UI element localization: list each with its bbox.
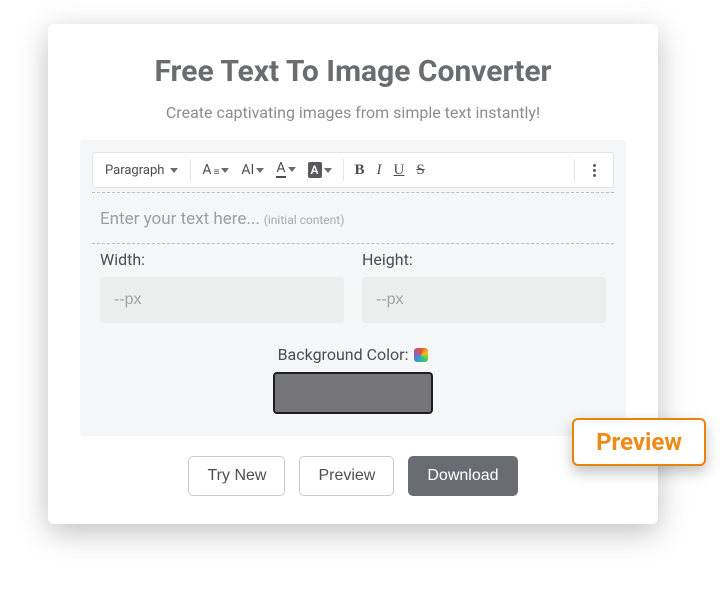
- chevron-down-icon: [288, 167, 296, 172]
- strike-button[interactable]: S: [411, 158, 429, 183]
- kebab-icon: [586, 164, 602, 177]
- chevron-down-icon: [324, 168, 332, 173]
- block-format-label: Paragraph: [105, 163, 164, 178]
- preview-button[interactable]: Preview: [299, 456, 394, 496]
- bg-color-dropdown[interactable]: A: [303, 158, 337, 182]
- width-label: Width:: [100, 250, 344, 269]
- editor-toolbar: Paragraph A≡ AI A A B I U: [92, 152, 614, 188]
- download-button[interactable]: Download: [408, 456, 517, 496]
- text-input-area[interactable]: Enter your text here... (initial content…: [92, 193, 614, 239]
- width-column: Width:: [100, 250, 344, 323]
- chevron-down-icon: [256, 168, 264, 173]
- bold-button[interactable]: B: [350, 158, 370, 183]
- block-format-select[interactable]: Paragraph: [99, 159, 184, 182]
- text-case-dropdown[interactable]: AI: [236, 158, 269, 182]
- toolbar-divider: [343, 159, 344, 181]
- dimensions-row: Width: Height:: [92, 244, 614, 323]
- toolbar-divider: [574, 159, 575, 181]
- editor-panel: Paragraph A≡ AI A A B I U: [80, 140, 626, 436]
- chevron-down-icon: [221, 168, 229, 173]
- editor-placeholder: Enter your text here...: [100, 209, 260, 229]
- height-input[interactable]: [362, 277, 606, 323]
- height-label: Height:: [362, 250, 606, 269]
- background-color-label: Background Color:: [278, 345, 429, 364]
- underline-button[interactable]: U: [389, 158, 410, 183]
- editor-initial-note: (initial content): [264, 213, 345, 227]
- background-color-swatch[interactable]: [273, 372, 433, 414]
- italic-button[interactable]: I: [372, 158, 387, 183]
- action-buttons: Try New Preview Download: [80, 456, 626, 496]
- height-column: Height:: [362, 250, 606, 323]
- preview-overlay-tag: Preview: [572, 418, 706, 466]
- try-new-button[interactable]: Try New: [188, 456, 285, 496]
- page-subtitle: Create captivating images from simple te…: [80, 103, 626, 122]
- width-input[interactable]: [100, 277, 344, 323]
- background-color-row: Background Color:: [92, 345, 614, 414]
- toolbar-divider: [190, 159, 191, 181]
- chevron-down-icon: [170, 168, 178, 173]
- color-wheel-icon: [414, 348, 428, 362]
- more-options-button[interactable]: [581, 160, 607, 181]
- font-size-dropdown[interactable]: A≡: [197, 158, 234, 182]
- text-color-dropdown[interactable]: A: [271, 158, 300, 181]
- converter-card: Free Text To Image Converter Create capt…: [48, 24, 658, 524]
- page-title: Free Text To Image Converter: [80, 54, 626, 89]
